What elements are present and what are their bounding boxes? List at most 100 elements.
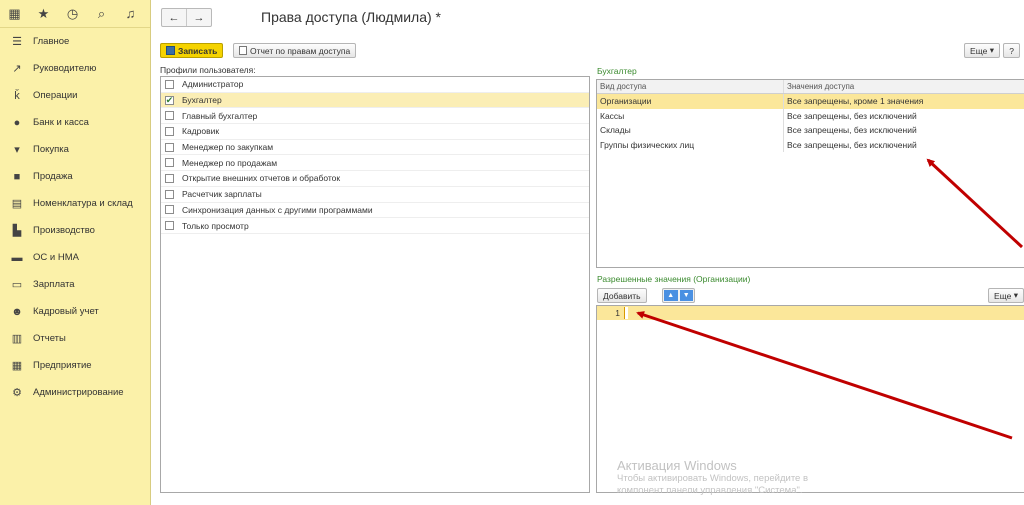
list-item[interactable]: Администратор [161, 77, 589, 93]
table-row[interactable]: Организации Все запрещены, кроме 1 значен… [597, 94, 1024, 109]
chevron-down-icon: ▾ [1013, 290, 1018, 300]
sidebar-item-main[interactable]: ☰ Главное [0, 28, 150, 55]
checkbox[interactable] [165, 126, 174, 136]
factory-icon: ▙ [12, 225, 22, 237]
star-icon[interactable]: ★ [29, 0, 58, 27]
add-button[interactable]: Добавить [597, 288, 647, 303]
chevron-down-icon: ▾ [989, 45, 994, 55]
sidebar-item-admin[interactable]: ⚙ Администрирование [0, 379, 150, 406]
table-cell: Все запрещены, без исключений [787, 110, 917, 121]
sidebar-item-label: Банк и касса [33, 117, 89, 128]
checkbox[interactable] [165, 205, 174, 215]
sidebar-item-enterprise[interactable]: ▦ Предприятие [0, 352, 150, 379]
access-group-label: Бухгалтер [597, 66, 637, 76]
list-item[interactable]: Менеджер по закупкам [161, 140, 589, 156]
list-item-label: Только просмотр [182, 220, 249, 231]
list-item[interactable]: Кадровик [161, 124, 589, 140]
more-button-2[interactable]: Еще ▾ [988, 288, 1024, 303]
table-cell: Все запрещены, без исключений [787, 139, 917, 150]
checkbox[interactable] [165, 189, 174, 199]
checkbox[interactable] [165, 173, 174, 183]
list-item[interactable]: ✔ Бухгалтер [161, 92, 589, 109]
list-item[interactable]: Открытие внешних отчетов и обработок [161, 171, 589, 187]
sidebar-item-operations[interactable]: ǩ Операции [0, 82, 150, 109]
more-button[interactable]: Еще ▾ [964, 43, 1000, 58]
table-cell: Организации [597, 94, 784, 109]
list-item-label: Кадровик [182, 126, 220, 137]
more-button-label: Еще [970, 45, 988, 56]
sidebar-item-manager[interactable]: ↗ Руководителю [0, 55, 150, 82]
sidebar-item-label: Кадровый учет [33, 306, 99, 317]
arrow-down-icon[interactable]: ▼ [679, 290, 693, 301]
list-item-label: Менеджер по продажам [182, 157, 278, 168]
grid-icon[interactable]: ▦ [0, 0, 29, 27]
bell-icon[interactable]: ♫ [116, 0, 145, 27]
sidebar-item-label: Администрирование [33, 387, 124, 398]
table-cell: Группы физических лиц [597, 137, 784, 152]
table-cell: Кассы [597, 108, 784, 123]
row-number: 1 [615, 308, 620, 318]
save-button[interactable]: Записать [160, 43, 224, 58]
sidebar-item-reports[interactable]: ▥ Отчеты [0, 325, 150, 352]
sidebar-item-label: Главное [33, 36, 70, 47]
bag-icon: ■ [13, 170, 21, 183]
menu-icon: ☰ [12, 36, 22, 48]
search-icon[interactable]: ⌕ [87, 0, 116, 27]
history-icon[interactable]: ◷ [58, 0, 87, 27]
column-header[interactable]: Вид доступа [597, 80, 784, 93]
sidebar-item-hr[interactable]: ☻ Кадровый учет [0, 298, 150, 325]
bank-icon: ● [13, 116, 21, 129]
checkbox[interactable] [165, 221, 174, 231]
trend-icon: ↗ [12, 63, 22, 75]
list-item[interactable]: Только просмотр [161, 218, 589, 234]
table-cell: Склады [597, 123, 784, 138]
sidebar-item-label: Предприятие [33, 360, 92, 371]
allowed-values-label: Разрешенные значения (Организации) [597, 274, 751, 284]
table-row[interactable]: Кассы Все запрещены, без исключений [597, 108, 1024, 123]
back-arrow-icon[interactable]: ← [162, 9, 186, 26]
table-row[interactable]: 1 [597, 306, 1024, 320]
sidebar-item-label: Производство [33, 225, 95, 236]
profiles-label: Профили пользователя: [160, 65, 256, 75]
list-item[interactable]: Синхронизация данных с другими программа… [161, 203, 589, 219]
list-item[interactable]: Главный бухгалтер [161, 108, 589, 125]
checkbox[interactable] [165, 158, 174, 168]
sidebar-item-salary[interactable]: ▭ Зарплата [0, 271, 150, 298]
people-icon: ☻ [11, 305, 23, 318]
list-item[interactable]: Расчетчик зарплаты [161, 187, 589, 203]
list-item[interactable]: Менеджер по продажам [161, 155, 589, 172]
sidebar-item-sales[interactable]: ■ Продажа [0, 163, 150, 190]
profiles-list: Администратор ✔ Бухгалтер Главный бухгалт… [160, 76, 590, 493]
sidebar: ▦ ★ ◷ ⌕ ♫ ☰ Главное ↗ Руководителю ǩ Операц… [0, 0, 151, 505]
table-row[interactable]: Склады Все запрещены, без исключений [597, 123, 1024, 138]
reports-icon: ▥ [11, 333, 23, 345]
cart-icon: ▾ [14, 144, 20, 156]
forward-arrow-icon[interactable]: → [186, 9, 211, 26]
sidebar-item-bank[interactable]: ● Банк и касса [0, 109, 150, 136]
help-button[interactable]: ? [1003, 43, 1020, 58]
sidebar-item-warehouse[interactable]: ▤ Номенклатура и склад [0, 190, 150, 217]
sidebar-top-icons: ▦ ★ ◷ ⌕ ♫ [0, 0, 150, 28]
list-item-label: Синхронизация данных с другими программа… [182, 204, 373, 215]
sidebar-item-assets[interactable]: ▬ ОС и НМА [0, 244, 150, 271]
sidebar-item-label: Отчеты [33, 333, 66, 344]
list-item-label: Администратор [182, 79, 244, 90]
list-item-label: Бухгалтер [182, 95, 222, 106]
edit-cell[interactable] [624, 307, 628, 319]
gear-icon: ⚙ [12, 387, 22, 399]
sidebar-item-label: Номенклатура и склад [33, 198, 133, 209]
list-item-label: Менеджер по закупкам [182, 142, 274, 153]
checkbox[interactable] [165, 79, 174, 89]
column-header[interactable]: Значения доступа [784, 80, 854, 93]
checkbox[interactable] [165, 111, 174, 121]
arrow-up-icon[interactable]: ▲ [664, 290, 678, 301]
truck-icon: ▬ [11, 251, 23, 264]
checkbox[interactable] [165, 142, 174, 152]
checkbox-checked[interactable]: ✔ [165, 95, 174, 105]
report-button-label: Отчет по правам доступа [250, 45, 351, 56]
access-report-button[interactable]: Отчет по правам доступа [233, 43, 357, 58]
sidebar-item-purchase[interactable]: ▾ Покупка [0, 136, 150, 163]
table-row[interactable]: Группы физических лиц Все запрещены, без … [597, 137, 1024, 152]
enterprise-icon: ▦ [11, 360, 23, 372]
sidebar-item-production[interactable]: ▙ Производство [0, 217, 150, 244]
